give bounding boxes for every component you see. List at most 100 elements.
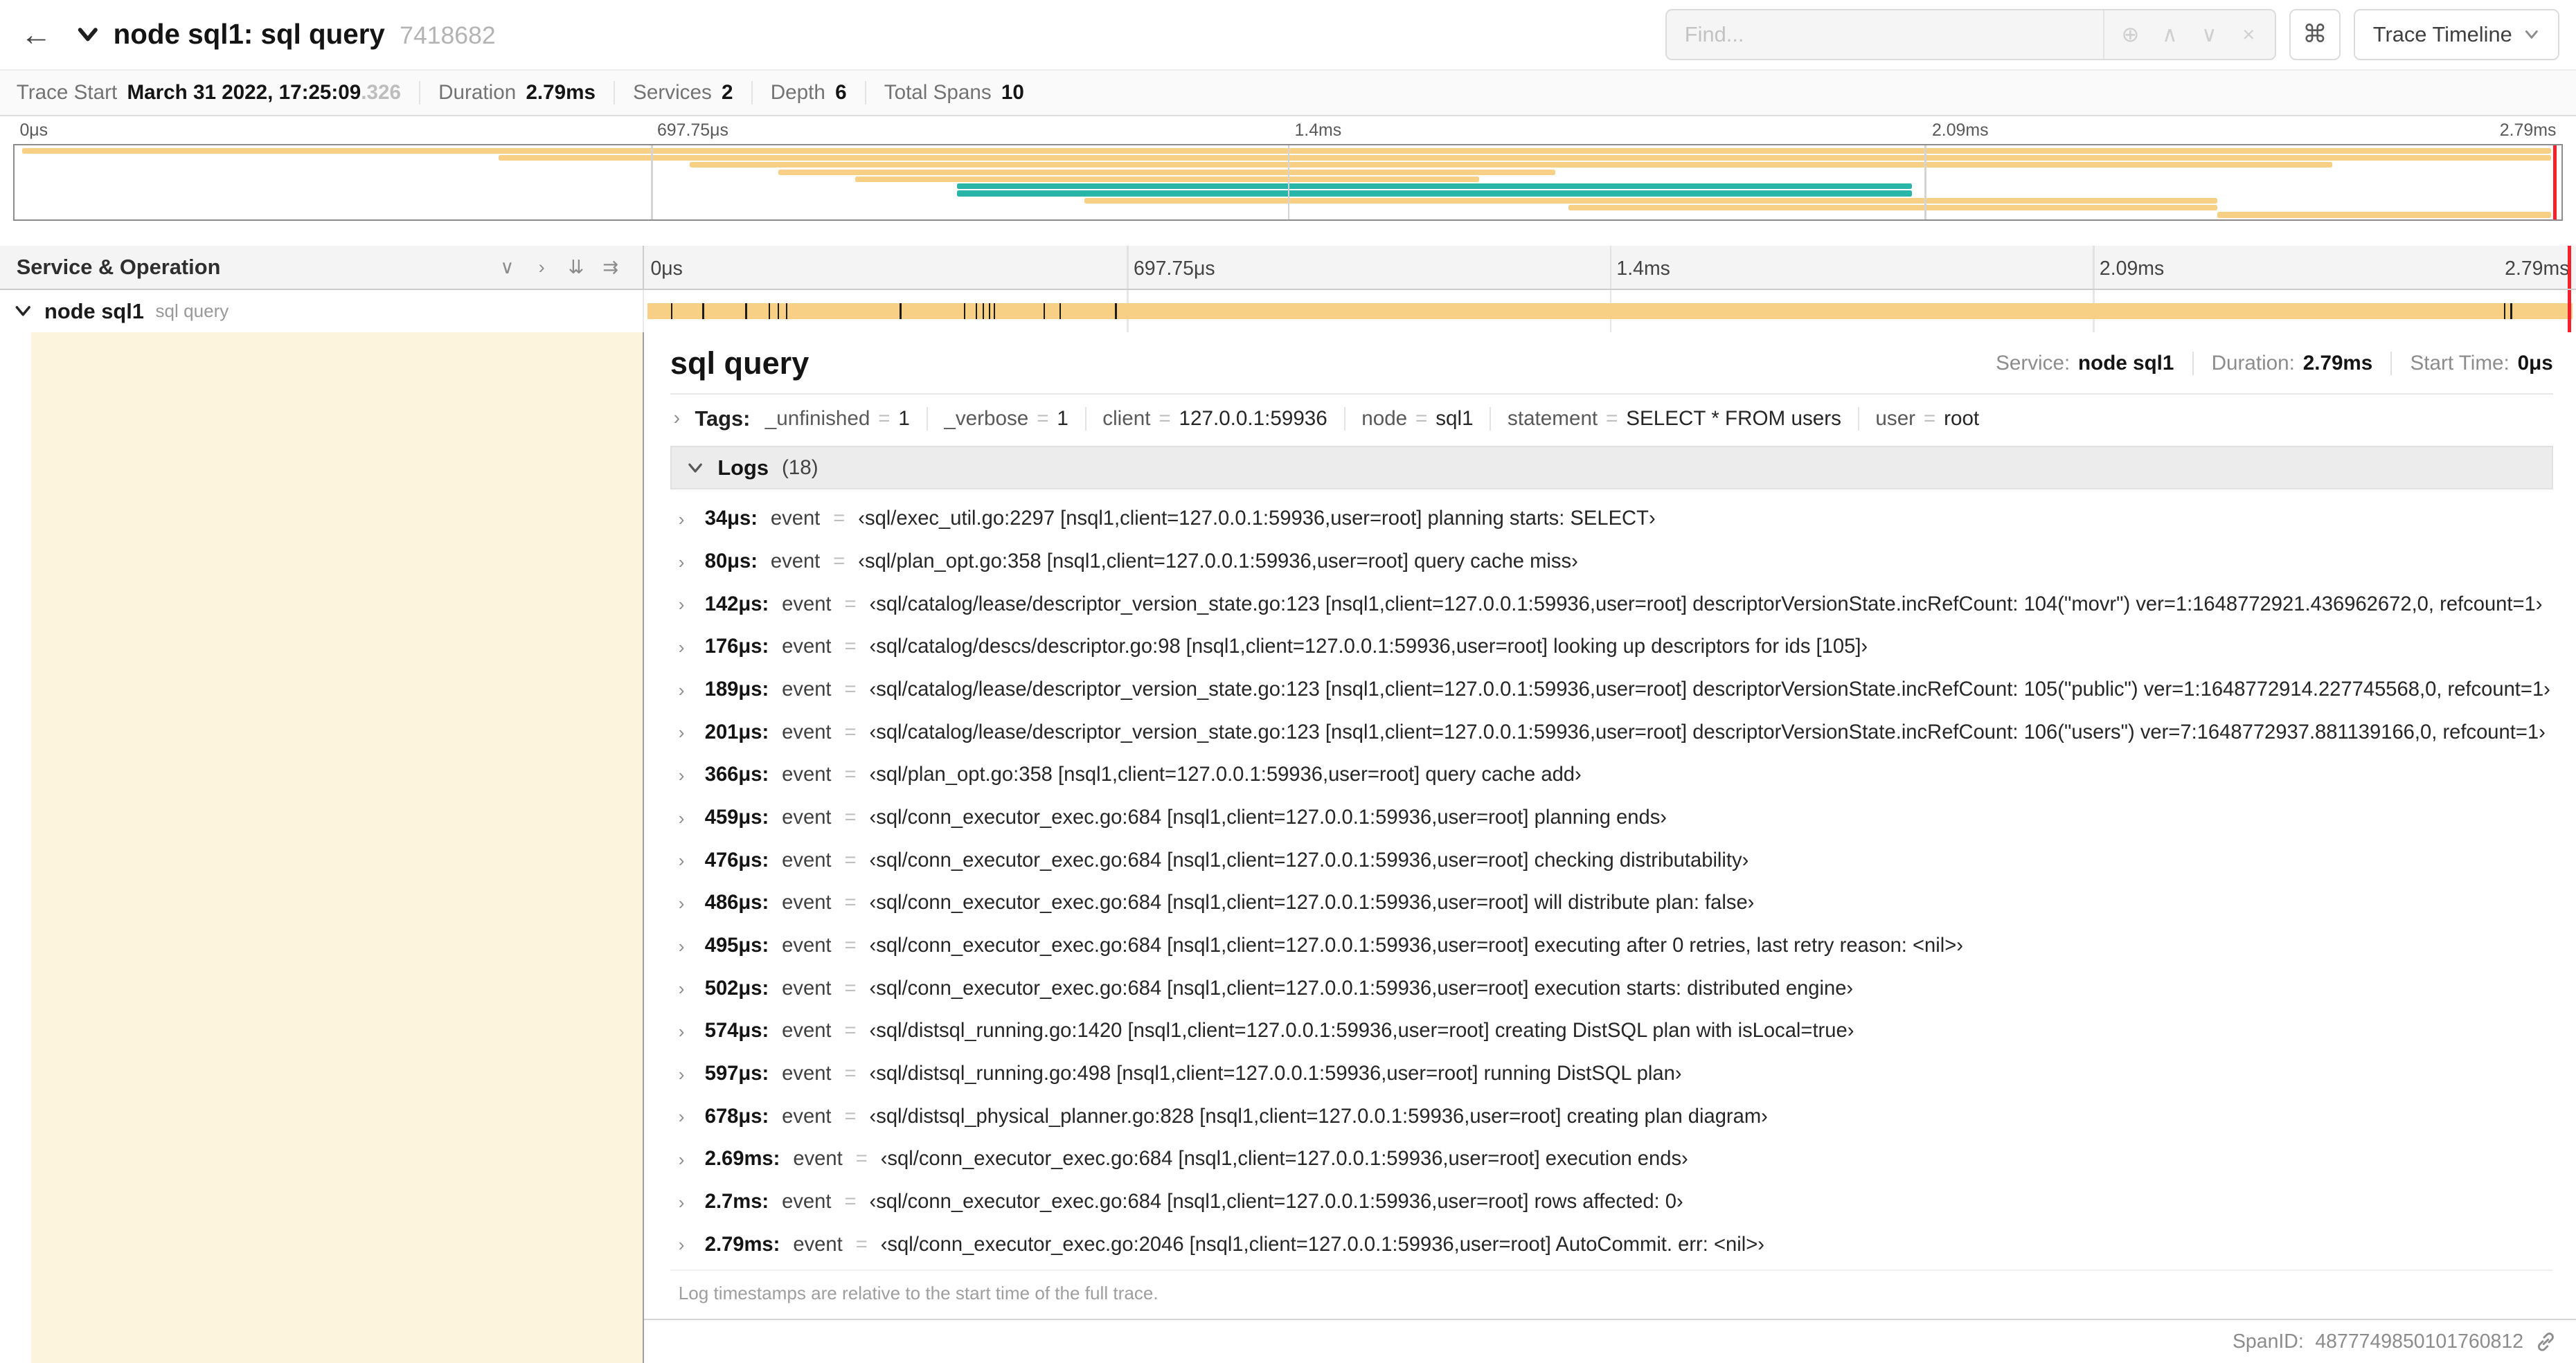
ruler-tick-label: 2.79ms: [2499, 120, 2557, 141]
expand-log-icon[interactable]: ›: [679, 681, 692, 699]
expand-log-icon[interactable]: ›: [679, 595, 692, 613]
expand-tags-icon[interactable]: ›: [674, 408, 680, 428]
log-row[interactable]: › 486μs: event = ‹sql/conn_executor_exec…: [670, 882, 2553, 925]
log-row[interactable]: › 366μs: event = ‹sql/plan_opt.go:358 [n…: [670, 754, 2553, 797]
expand-log-icon[interactable]: ›: [679, 723, 692, 741]
expand-log-icon[interactable]: ›: [679, 937, 692, 955]
ruler-tick-label: 0μs: [19, 120, 48, 141]
selected-span-highlight: [31, 332, 643, 1363]
expand-log-icon[interactable]: ›: [679, 1022, 692, 1040]
collapse-trace-icon[interactable]: [75, 22, 100, 47]
collapse-children-icon[interactable]: [13, 301, 33, 321]
log-row[interactable]: › 176μs: event = ‹sql/catalog/descs/desc…: [670, 626, 2553, 669]
log-row[interactable]: › 201μs: event = ‹sql/catalog/lease/desc…: [670, 711, 2553, 754]
expand-log-icon[interactable]: ›: [679, 1108, 692, 1126]
equals-sign: =: [1415, 406, 1428, 430]
expand-one-icon[interactable]: ›: [526, 256, 557, 278]
log-field-key: event: [782, 849, 832, 872]
expand-log-icon[interactable]: ›: [679, 809, 692, 827]
expand-log-icon[interactable]: ›: [679, 1236, 692, 1254]
span-bar-track[interactable]: [644, 289, 2576, 333]
log-row[interactable]: › 142μs: event = ‹sql/catalog/lease/desc…: [670, 583, 2553, 626]
back-button[interactable]: ←: [10, 8, 62, 61]
log-field-key: event: [782, 764, 832, 786]
expand-all-icon[interactable]: ⇉: [595, 256, 626, 278]
log-timestamp: 2.79ms:: [704, 1233, 780, 1256]
expand-log-icon[interactable]: ›: [679, 638, 692, 656]
collapse-all-icon[interactable]: ⇊: [560, 256, 591, 278]
expand-log-icon[interactable]: ›: [679, 552, 692, 571]
log-marker-tick: [1115, 303, 1117, 320]
log-field-value: ‹sql/exec_util.go:2297 [nsql1,client=127…: [858, 507, 1656, 530]
equals-sign: =: [844, 1105, 857, 1128]
meta-value: 0μs: [2517, 352, 2553, 375]
log-row[interactable]: › 476μs: event = ‹sql/conn_executor_exec…: [670, 839, 2553, 882]
expand-log-icon[interactable]: ›: [679, 980, 692, 998]
expand-log-icon[interactable]: ›: [679, 510, 692, 528]
logs-section-header[interactable]: Logs (18): [670, 445, 2553, 490]
expand-log-icon[interactable]: ›: [679, 1150, 692, 1168]
ruler-tick-label: 2.09ms: [1931, 120, 1989, 141]
tag-item: node = sql1: [1343, 406, 1490, 431]
timeline-cursor-line: [2553, 145, 2557, 219]
expand-log-icon[interactable]: ›: [679, 851, 692, 869]
log-field-value: ‹sql/conn_executor_exec.go:2046 [nsql1,c…: [880, 1233, 1764, 1256]
minimap-canvas[interactable]: [12, 144, 2563, 221]
log-row[interactable]: › 597μs: event = ‹sql/distsql_running.go…: [670, 1053, 2553, 1096]
span-bar[interactable]: [647, 303, 2573, 320]
summary-item: Total Spans 10: [864, 80, 1042, 105]
log-row[interactable]: › 678μs: event = ‹sql/distsql_physical_p…: [670, 1095, 2553, 1138]
log-field-value: ‹sql/catalog/lease/descriptor_version_st…: [869, 721, 2546, 743]
logs-footer-note: Log timestamps are relative to the start…: [670, 1269, 2553, 1319]
log-timestamp: 476μs:: [704, 849, 769, 872]
log-field-value: ‹sql/distsql_physical_planner.go:828 [ns…: [869, 1105, 1768, 1128]
log-row[interactable]: › 502μs: event = ‹sql/conn_executor_exec…: [670, 967, 2553, 1010]
log-row[interactable]: › 574μs: event = ‹sql/distsql_running.go…: [670, 1010, 2553, 1053]
tag-value: SELECT * FROM users: [1626, 406, 1841, 430]
clear-search-icon[interactable]: ×: [2229, 22, 2269, 47]
collapse-logs-icon[interactable]: [686, 459, 704, 477]
log-row[interactable]: › 80μs: event = ‹sql/plan_opt.go:358 [ns…: [670, 541, 2553, 584]
log-timestamp: 495μs:: [704, 935, 769, 957]
expand-log-icon[interactable]: ›: [679, 1065, 692, 1083]
log-row[interactable]: › 2.7ms: event = ‹sql/conn_executor_exec…: [670, 1181, 2553, 1224]
span-detail-header: sql query Service: node sql1 Duration: 2…: [670, 345, 2553, 381]
tags-row[interactable]: › Tags: _unfinished = 1 _verbose = 1 cli…: [670, 406, 2553, 431]
log-row[interactable]: › 459μs: event = ‹sql/conn_executor_exec…: [670, 797, 2553, 840]
log-row[interactable]: › 189μs: event = ‹sql/catalog/lease/desc…: [670, 669, 2553, 712]
prev-result-icon[interactable]: ∧: [2150, 22, 2190, 47]
summary-label: Services: [633, 80, 712, 104]
find-input[interactable]: [1666, 10, 2103, 59]
next-result-icon[interactable]: ∨: [2190, 22, 2229, 47]
expand-log-icon[interactable]: ›: [679, 1193, 692, 1211]
trace-view-label: Trace Timeline: [2372, 21, 2512, 46]
meta-label: Start Time:: [2410, 352, 2510, 375]
log-row[interactable]: › 495μs: event = ‹sql/conn_executor_exec…: [670, 925, 2553, 968]
log-timestamp: 142μs:: [704, 593, 769, 615]
log-timestamp: 189μs:: [704, 678, 769, 701]
summary-label: Duration: [438, 80, 517, 104]
copy-link-icon[interactable]: [2535, 1331, 2557, 1353]
equals-sign: =: [844, 1063, 857, 1085]
expand-log-icon[interactable]: ›: [679, 766, 692, 784]
equals-sign: =: [1923, 406, 1936, 430]
summary-label: Depth: [770, 80, 825, 104]
span-row[interactable]: node sql1 sql query: [0, 289, 2576, 333]
log-row[interactable]: › 34μs: event = ‹sql/exec_util.go:2297 […: [670, 498, 2553, 541]
keyboard-shortcuts-button[interactable]: ⌘: [2289, 9, 2341, 60]
log-row[interactable]: › 2.69ms: event = ‹sql/conn_executor_exe…: [670, 1138, 2553, 1181]
log-field-value: ‹sql/plan_opt.go:358 [nsql1,client=127.0…: [869, 764, 1582, 786]
log-field-key: event: [782, 678, 832, 701]
expand-log-icon[interactable]: ›: [679, 894, 692, 912]
focus-matches-icon[interactable]: ⊕: [2111, 22, 2150, 47]
trace-view-dropdown[interactable]: Trace Timeline: [2353, 9, 2560, 60]
tag-item: statement = SELECT * FROM users: [1490, 406, 1857, 431]
equals-sign: =: [844, 678, 857, 701]
equals-sign: =: [844, 764, 857, 786]
minimap-span-bar: [2217, 212, 2552, 218]
log-row[interactable]: › 2.79ms: event = ‹sql/conn_executor_exe…: [670, 1224, 2553, 1267]
span-meta-item: Start Time: 0μs: [2390, 352, 2553, 376]
collapse-one-icon[interactable]: ∨: [492, 256, 523, 278]
trace-header: ← node sql1: sql query 7418682 ⊕ ∧ ∨ × ⌘…: [0, 0, 2576, 69]
summary-label: Total Spans: [884, 80, 992, 104]
